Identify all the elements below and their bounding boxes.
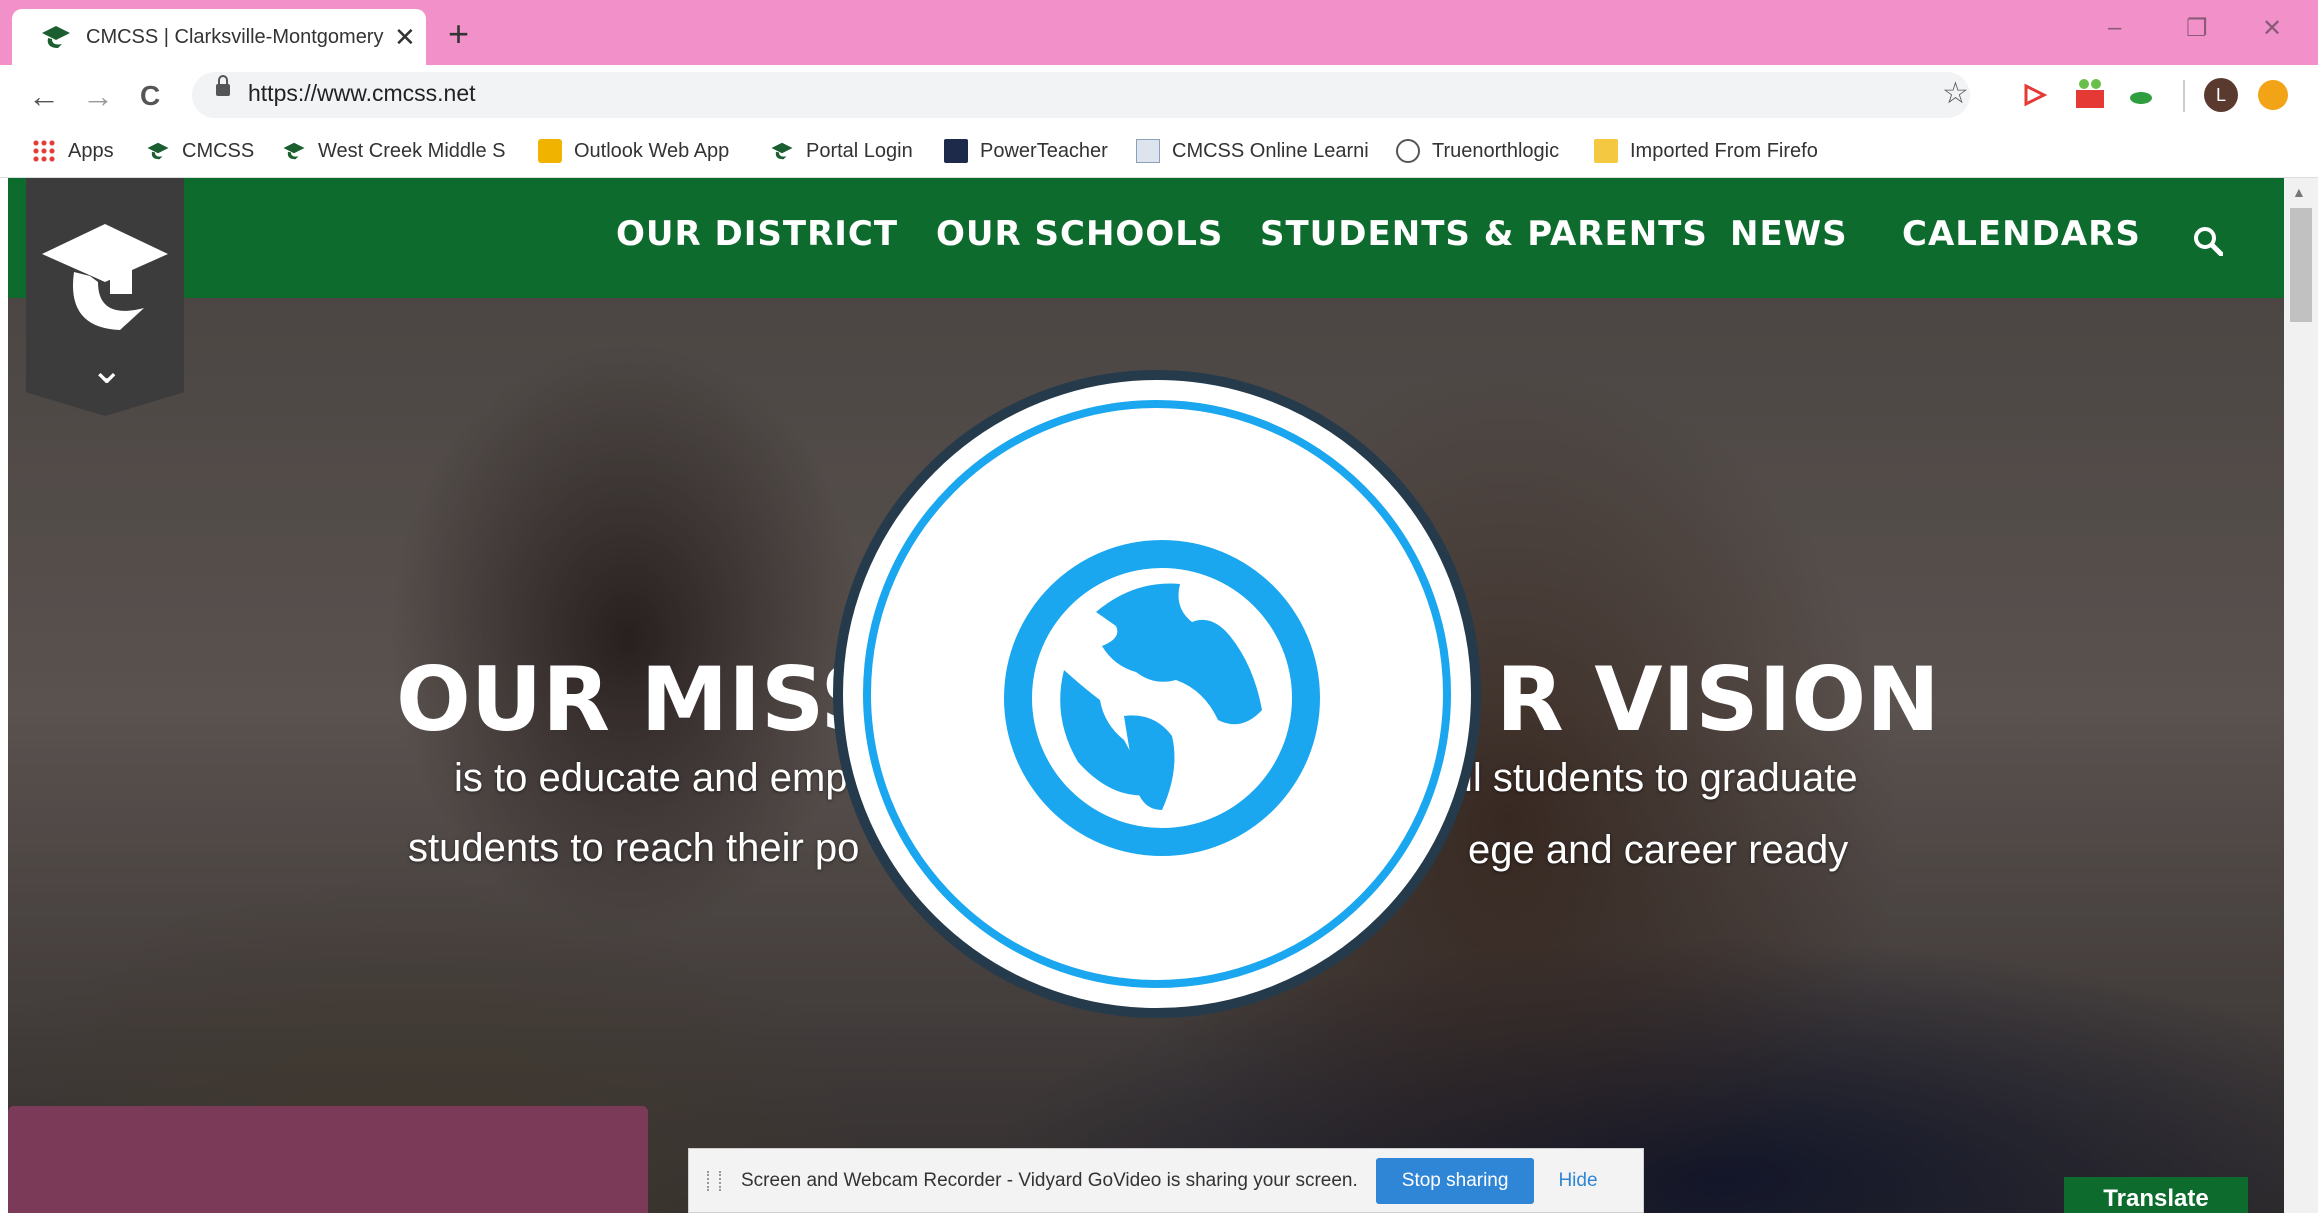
bookmark-label: Imported From Firefo xyxy=(1630,139,1818,162)
cmcss-favicon-icon xyxy=(283,142,305,160)
hero-binder-shape xyxy=(8,1106,648,1213)
tab-title: CMCSS | Clarksville-Montgomery xyxy=(86,25,384,48)
bookmark-label: CMCSS xyxy=(182,139,255,162)
cmcss-favicon-icon xyxy=(42,26,70,48)
nav-calendars[interactable]: CALENDARS xyxy=(1902,214,2141,254)
forward-button[interactable]: → xyxy=(82,76,114,116)
rec-extension-icon[interactable] xyxy=(2072,76,2108,112)
url-text[interactable]: https://www.cmcss.net xyxy=(248,80,476,107)
cmcss-favicon-icon xyxy=(147,142,169,160)
bookmark-label: PowerTeacher xyxy=(980,139,1108,162)
mission-heading: OUR MISS xyxy=(396,648,884,751)
bookmark-label: Outlook Web App xyxy=(574,139,730,162)
bookmark-label: Portal Login xyxy=(806,139,913,162)
share-message: Screen and Webcam Recorder - Vidyard GoV… xyxy=(741,1169,1358,1191)
scroll-up-arrow-icon[interactable]: ▲ xyxy=(2292,184,2306,200)
web-page: OUR DISTRICT OUR SCHOOLS STUDENTS & PARE… xyxy=(8,178,2284,1213)
bookmark-online-learning[interactable]: CMCSS Online Learni xyxy=(1136,136,1369,166)
bookmark-apps[interactable]: Apps xyxy=(32,136,114,166)
bookmark-portal-login[interactable]: Portal Login xyxy=(770,136,913,166)
bookmark-powerteacher[interactable]: PowerTeacher xyxy=(944,136,1108,166)
powerteacher-icon xyxy=(944,139,968,163)
screen-share-bar: Screen and Webcam Recorder - Vidyard GoV… xyxy=(688,1148,1644,1213)
back-button[interactable]: ← xyxy=(28,76,60,116)
browser-tab[interactable]: CMCSS | Clarksville-Montgomery ✕ xyxy=(12,9,426,65)
nav-our-district[interactable]: OUR DISTRICT xyxy=(616,214,898,254)
bookmark-label: CMCSS Online Learni xyxy=(1172,139,1369,162)
globe-icon xyxy=(1004,540,1320,856)
nav-news[interactable]: NEWS xyxy=(1730,214,1848,254)
reload-button[interactable]: C xyxy=(140,76,160,116)
bookmark-star-icon[interactable]: ☆ xyxy=(1942,76,1969,111)
drag-handle-icon[interactable] xyxy=(707,1170,721,1191)
leaf-extension-icon[interactable] xyxy=(2126,80,2156,110)
translate-button[interactable]: Translate xyxy=(2064,1177,2248,1213)
document-icon xyxy=(1136,139,1160,163)
apps-grid-icon xyxy=(32,139,56,163)
bookmark-label: Apps xyxy=(68,139,114,162)
bookmark-west-creek[interactable]: West Creek Middle S xyxy=(282,136,505,166)
minimize-button[interactable]: – xyxy=(2108,14,2121,42)
tab-close-icon[interactable]: ✕ xyxy=(394,22,416,53)
bookmark-outlook[interactable]: Outlook Web App xyxy=(538,136,729,166)
bookmark-imported-folder[interactable]: Imported From Firefo xyxy=(1594,136,1818,166)
bookmark-label: West Creek Middle S xyxy=(318,139,506,162)
stop-sharing-button[interactable]: Stop sharing xyxy=(1375,1157,1535,1204)
cmcss-favicon-icon xyxy=(771,142,793,160)
outlook-icon xyxy=(538,139,562,163)
mission-text-line-2: students to reach their po xyxy=(408,826,860,870)
lock-icon xyxy=(216,75,230,96)
close-window-button[interactable]: ✕ xyxy=(2262,14,2282,43)
update-alert-icon[interactable] xyxy=(2258,80,2288,110)
scrollbar-thumb[interactable] xyxy=(2290,208,2312,322)
new-tab-button[interactable]: + xyxy=(448,14,469,54)
vision-heading: R VISION xyxy=(1496,648,1940,751)
restore-button[interactable]: ❐ xyxy=(2186,14,2208,43)
hide-link[interactable]: Hide xyxy=(1558,1170,1597,1192)
vision-text-line-1: ll students to graduate xyxy=(1464,756,1858,800)
toolbar-divider xyxy=(2183,80,2185,112)
nav-our-schools[interactable]: OUR SCHOOLS xyxy=(936,214,1223,254)
screen-recorder-extension-icon[interactable] xyxy=(2020,80,2050,110)
page-scrollbar[interactable] xyxy=(2284,178,2318,1213)
truenorthlogic-icon xyxy=(1396,139,1420,163)
nav-students-parents[interactable]: STUDENTS & PARENTS xyxy=(1260,214,1708,254)
search-icon[interactable] xyxy=(2193,226,2223,256)
bookmark-truenorthlogic[interactable]: Truenorthlogic xyxy=(1396,136,1559,166)
vision-text-line-2: ege and career ready xyxy=(1468,828,1849,872)
mission-text-line-1: is to educate and emp xyxy=(454,756,848,800)
profile-avatar[interactable]: L xyxy=(2204,78,2238,112)
bookmark-label: Truenorthlogic xyxy=(1432,139,1560,162)
folder-icon xyxy=(1594,139,1618,163)
cmcss-logo[interactable]: ⌄ xyxy=(26,178,184,416)
chevron-down-icon[interactable]: ⌄ xyxy=(90,350,124,390)
bookmark-cmcss[interactable]: CMCSS xyxy=(146,136,254,166)
graduation-cap-logo-icon xyxy=(42,224,168,330)
